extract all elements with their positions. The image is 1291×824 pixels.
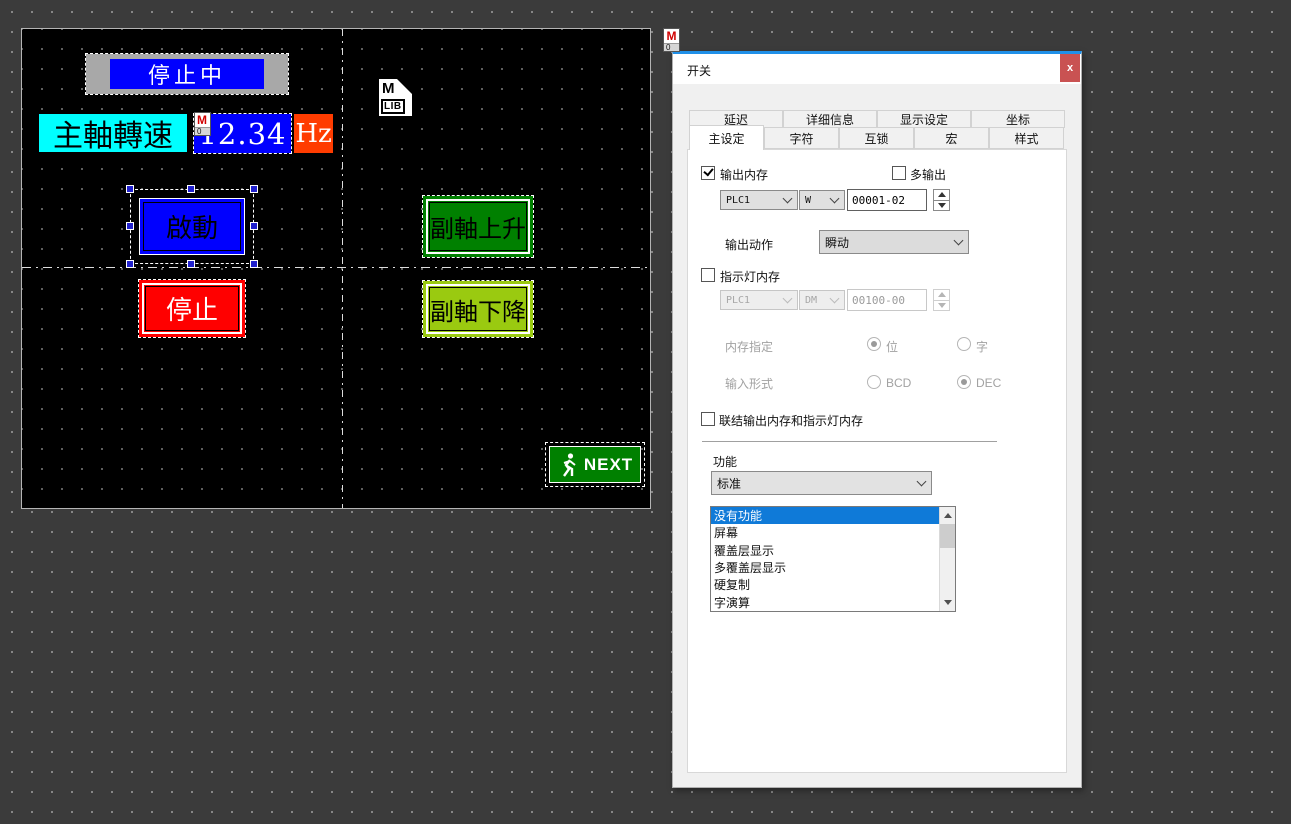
library-part-icon[interactable]: M LIB: [379, 79, 412, 116]
speed-value: 12.34: [198, 117, 286, 151]
start-button[interactable]: 啟動: [139, 198, 245, 255]
chevron-down-icon: [783, 294, 793, 304]
vertical-guide-line: [342, 29, 343, 508]
address-input[interactable]: 00001-02: [847, 189, 927, 211]
output-action-select[interactable]: 瞬动: [819, 230, 969, 254]
lamp-device-select: DM: [799, 290, 845, 310]
scrollbar-thumb[interactable]: [940, 524, 955, 548]
output-action-label: 输出动作: [725, 236, 773, 253]
function-mode-select[interactable]: 标准: [711, 471, 932, 495]
list-item[interactable]: 没有功能: [711, 507, 939, 524]
tab-macro[interactable]: 宏: [914, 127, 989, 149]
main-settings-panel: 输出内存 多输出 PLC1 W 00001-02 输出动作 瞬动 指示灯内存 P…: [687, 149, 1067, 773]
memory-marker-icon: M 0: [663, 28, 680, 52]
spindle-speed-label[interactable]: 主軸轉速: [39, 114, 187, 152]
tab-coords[interactable]: 坐标: [971, 110, 1065, 128]
multi-output-checkbox[interactable]: [892, 166, 906, 180]
step-down-icon[interactable]: [934, 200, 949, 211]
list-item[interactable]: 覆盖层显示: [711, 542, 939, 559]
output-memory-checkbox[interactable]: [701, 166, 715, 180]
chevron-down-icon: [917, 477, 927, 487]
status-lamp-face: 停止中: [110, 59, 264, 89]
dialog-title: 开关: [687, 62, 711, 79]
memory-marker-icon: M 0: [194, 112, 211, 136]
aux-up-button[interactable]: 副軸上升: [423, 196, 533, 257]
function-label: 功能: [713, 453, 737, 470]
scroll-up-icon[interactable]: [940, 507, 955, 524]
chevron-down-icon: [830, 194, 840, 204]
horizontal-guide-line: [22, 267, 650, 268]
dec-radio: [957, 375, 971, 389]
chevron-down-icon: [783, 194, 793, 204]
chevron-down-icon: [954, 236, 964, 246]
close-button[interactable]: x: [1060, 54, 1080, 82]
aux-down-button[interactable]: 副軸下降: [423, 281, 533, 337]
address-stepper[interactable]: [933, 189, 950, 211]
list-item[interactable]: 多覆盖层显示: [711, 559, 939, 576]
next-screen-button[interactable]: NEXT: [549, 446, 641, 483]
scroll-down-icon[interactable]: [940, 594, 955, 611]
chevron-down-icon: [830, 294, 840, 304]
lamp-plc-select: PLC1: [720, 290, 798, 310]
output-memory-label: 输出内存: [720, 166, 768, 183]
input-format-label: 输入形式: [725, 375, 773, 392]
bcd-radio: [867, 375, 881, 389]
list-item[interactable]: 硬复制: [711, 576, 939, 593]
device-select[interactable]: W: [799, 190, 845, 210]
tab-text[interactable]: 字符: [764, 127, 839, 149]
lamp-address-stepper: [933, 289, 950, 311]
tab-main-settings[interactable]: 主设定: [689, 125, 764, 150]
tab-display[interactable]: 显示设定: [877, 110, 971, 128]
switch-dialog: 开关 x 延迟 详细信息 显示设定 坐标 主设定 字符 互锁 宏 样式 输出内存…: [672, 51, 1082, 788]
dialog-titlebar[interactable]: 开关 x: [673, 54, 1081, 84]
status-lamp[interactable]: 停止中: [86, 54, 288, 94]
hmi-canvas[interactable]: 停止中 主軸轉速 12.34 M 0 Hz M LIB 啟動 停止 副軸上升: [21, 28, 651, 509]
multi-output-label: 多输出: [910, 166, 946, 183]
speed-numeric-display[interactable]: 12.34 M 0: [194, 114, 291, 153]
link-memories-checkbox[interactable]: [701, 412, 715, 426]
step-up-icon[interactable]: [934, 190, 949, 200]
bit-label: 位: [886, 338, 898, 355]
stop-button[interactable]: 停止: [139, 280, 245, 337]
tab-details[interactable]: 详细信息: [783, 110, 877, 128]
section-divider: [702, 441, 997, 442]
list-item[interactable]: 字演算: [711, 594, 939, 611]
unit-label[interactable]: Hz: [294, 114, 333, 153]
mlib-triangle: [397, 79, 412, 94]
lamp-address-input: 00100-00: [847, 289, 927, 311]
listbox-scrollbar[interactable]: [939, 507, 955, 611]
word-label: 字: [976, 338, 988, 355]
plc-select[interactable]: PLC1: [720, 190, 798, 210]
list-item[interactable]: 屏幕: [711, 524, 939, 541]
bcd-label: BCD: [886, 376, 911, 390]
function-listbox[interactable]: 没有功能 屏幕 覆盖层显示 多覆盖层显示 硬复制 字演算: [710, 506, 956, 612]
memory-spec-label: 内存指定: [725, 338, 773, 355]
word-radio: [957, 337, 971, 351]
tab-style[interactable]: 样式: [989, 127, 1064, 149]
bit-radio: [867, 337, 881, 351]
running-man-icon: [557, 452, 581, 478]
tab-interlock[interactable]: 互锁: [839, 127, 914, 149]
dec-label: DEC: [976, 376, 1001, 390]
lamp-memory-label: 指示灯内存: [720, 268, 780, 285]
link-memories-label: 联结输出内存和指示灯内存: [719, 412, 863, 429]
start-inner-border: [143, 202, 241, 251]
lamp-memory-checkbox[interactable]: [701, 268, 715, 282]
